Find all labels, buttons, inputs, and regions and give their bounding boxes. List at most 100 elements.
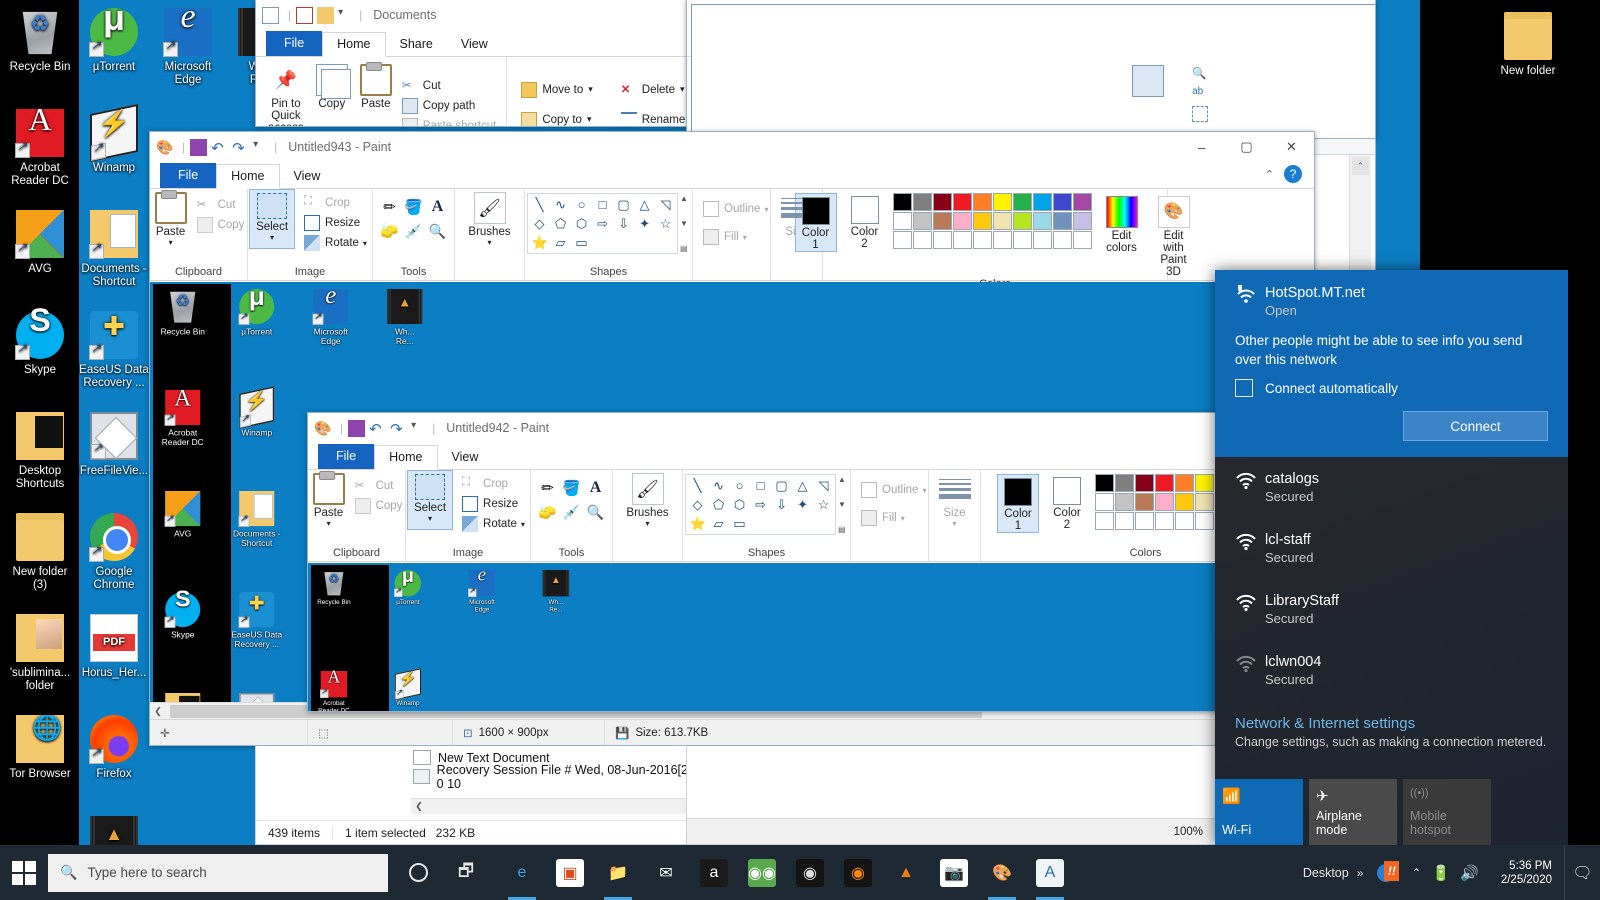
- cut-button[interactable]: ✂ Cut: [398, 76, 501, 96]
- crop-button[interactable]: ⛶ Crop: [300, 193, 371, 213]
- chevron-down-icon[interactable]: ▾: [487, 238, 491, 247]
- shape-option[interactable]: ✦: [634, 214, 655, 233]
- color-picker-icon[interactable]: 💉: [560, 500, 584, 524]
- desktop-icon-sublimina[interactable]: 'sublimina... folder: [2, 614, 78, 693]
- shape-option[interactable]: ▢: [613, 195, 634, 214]
- clock[interactable]: 5:36 PM 2/25/2020: [1489, 859, 1564, 887]
- shape-option[interactable]: ⇨: [750, 495, 771, 514]
- desktop-icon-wh[interactable]: Wh...Re...: [535, 570, 577, 613]
- custom-color-swatch[interactable]: [1175, 512, 1194, 530]
- desktop-icon-desktop[interactable]: DesktopShortcuts: [2, 412, 78, 491]
- file-list[interactable]: New Text Document Recovery Session File …: [411, 746, 699, 814]
- pencil-icon[interactable]: ✏: [378, 195, 402, 219]
- fill-with-color-icon[interactable]: 🪣: [402, 195, 426, 219]
- cut-button[interactable]: ✂ Cut: [351, 476, 407, 496]
- chevron-down-icon[interactable]: ▾: [428, 514, 432, 523]
- start-button[interactable]: [0, 845, 48, 900]
- resize-button[interactable]: Resize: [458, 494, 529, 514]
- color-swatch[interactable]: [972, 193, 992, 211]
- copy-icon[interactable]: [739, 87, 753, 101]
- color-swatch[interactable]: [1195, 474, 1214, 492]
- desktop-icon-avg[interactable]: AVG: [155, 491, 210, 539]
- color-swatch[interactable]: [972, 212, 992, 230]
- shape-option[interactable]: ⬡: [729, 495, 750, 514]
- magnifier-icon[interactable]: 🔍: [426, 219, 450, 243]
- desktop-icon-documents[interactable]: Documents -Shortcut: [76, 210, 152, 289]
- tab-file[interactable]: File: [160, 163, 217, 188]
- shape-option[interactable]: ▭: [729, 514, 750, 533]
- color-swatch[interactable]: [1032, 193, 1052, 211]
- desktop-icon-recycle-bin[interactable]: Recycle Bin: [313, 570, 355, 606]
- wifi-flyout[interactable]: HotSpot.MT.net Open Other people might b…: [1215, 270, 1568, 845]
- taskbar-edge-button[interactable]: e: [498, 845, 546, 900]
- shape-option[interactable]: ▭: [571, 233, 592, 252]
- custom-color-swatch[interactable]: [1195, 512, 1214, 530]
- help-icon[interactable]: ?: [1284, 165, 1302, 183]
- desktop-icon-new-folder[interactable]: New folder (3): [2, 513, 78, 592]
- shape-option[interactable]: ○: [571, 195, 592, 214]
- shape-option[interactable]: ∿: [550, 195, 571, 214]
- text-tool-icon[interactable]: A: [426, 195, 450, 219]
- quick-action-wi-fi[interactable]: 📶 Wi-Fi: [1215, 779, 1303, 845]
- custom-color-swatch[interactable]: [1115, 512, 1134, 530]
- connect-automatically-row[interactable]: Connect automatically: [1235, 379, 1548, 397]
- shape-option[interactable]: ⭐: [529, 233, 550, 252]
- shapes-scroll-down-icon[interactable]: ▼: [838, 500, 846, 509]
- color-2-button[interactable]: Color 2: [845, 193, 885, 250]
- color-swatch[interactable]: [912, 193, 932, 211]
- desktop-icon-torrent[interactable]: µTorrent: [229, 289, 284, 337]
- taskbar[interactable]: 🔍 Type here to search 🗗 e ▣ 📁 ✉ a ◉◉ ◉ ◉ ▲ 📷 🎨 A De…: [0, 845, 1600, 900]
- color-swatch[interactable]: [1032, 212, 1052, 230]
- desktop-icon-torrent[interactable]: µTorrent: [387, 570, 429, 606]
- taskbar-pinned-apps[interactable]: e ▣ 📁 ✉ a ◉◉ ◉ ◉ ▲ 📷 🎨 A: [498, 845, 1074, 900]
- resize-button[interactable]: Resize: [300, 213, 371, 233]
- custom-color-swatch[interactable]: [932, 231, 952, 249]
- color-swatch[interactable]: [892, 212, 912, 230]
- color-swatch[interactable]: [1175, 493, 1194, 511]
- tab-view[interactable]: View: [279, 165, 335, 188]
- connect-automatically-checkbox[interactable]: [1235, 379, 1253, 397]
- color-swatch[interactable]: [1095, 474, 1114, 492]
- wifi-network-item[interactable]: LibraryStaff Secured: [1215, 579, 1568, 640]
- action-center-button[interactable]: 🗨: [1564, 845, 1600, 900]
- fill-with-color-icon[interactable]: 🪣: [560, 476, 584, 500]
- shape-option[interactable]: ⬡: [571, 214, 592, 233]
- shape-option[interactable]: ▱: [708, 514, 729, 533]
- color-2-button[interactable]: Color 2: [1047, 474, 1087, 531]
- desktop-icon-easeus-data[interactable]: EaseUS DataRecovery ...: [229, 592, 284, 650]
- pencil-icon[interactable]: ✏: [536, 476, 560, 500]
- scroll-up-arrow[interactable]: ⌃: [1352, 157, 1369, 175]
- color-swatch[interactable]: [1155, 493, 1174, 511]
- chevron-down-icon[interactable]: ▾: [169, 238, 173, 247]
- desktop-icon-documents[interactable]: Documents -Shortcut: [229, 491, 284, 549]
- undo-icon[interactable]: ↶: [211, 139, 228, 157]
- color-swatch[interactable]: [1115, 474, 1134, 492]
- custom-color-swatch[interactable]: [1155, 512, 1174, 530]
- color-swatch[interactable]: [1175, 474, 1194, 492]
- desktop-icon-torrent[interactable]: µTorrent: [76, 8, 152, 74]
- color-swatch[interactable]: [1155, 474, 1174, 492]
- shape-option[interactable]: ⭐: [687, 514, 708, 533]
- custom-color-swatch[interactable]: [1032, 231, 1052, 249]
- shape-option[interactable]: ◇: [529, 214, 550, 233]
- copy-path-button[interactable]: Copy path: [398, 96, 501, 116]
- properties-icon[interactable]: [296, 6, 314, 24]
- taskbar-camera-app-button[interactable]: ◉: [786, 845, 834, 900]
- wifi-selected-network[interactable]: HotSpot.MT.net Open Other people might b…: [1215, 270, 1568, 457]
- network-settings-link[interactable]: Network & Internet settings: [1235, 715, 1548, 732]
- shape-gallery[interactable]: ╲ ∿ ○ □ ▢ △ ◹ ◇ ⬠ ⬡ ⇨ ⇩ ✦ ☆ ⭐ ▱ ▭: [685, 474, 837, 535]
- taskbar-color-wheel-button[interactable]: ◉: [834, 845, 882, 900]
- paste-button[interactable]: Paste: [354, 61, 398, 126]
- outline-button[interactable]: Outline ▾: [699, 199, 772, 219]
- explorer-file-list-panel[interactable]: New Text Document Recovery Session File …: [255, 746, 700, 845]
- window-titlebar[interactable]: | ▾ | Documents: [256, 0, 694, 30]
- color-swatch[interactable]: [1072, 212, 1092, 230]
- maximize-button[interactable]: ▢: [1224, 132, 1269, 162]
- color-1-button[interactable]: Color 1: [794, 193, 837, 252]
- fill-button[interactable]: Fill ▾: [857, 508, 909, 528]
- search-input[interactable]: 🔍 Type here to search: [48, 853, 388, 892]
- custom-color-swatch[interactable]: [1012, 231, 1032, 249]
- magnifier-icon[interactable]: 🔍: [584, 500, 608, 524]
- ribbon-tabs[interactable]: File Home View ⌃ ?: [150, 162, 1314, 189]
- task-view-button[interactable]: 🗗: [442, 845, 490, 900]
